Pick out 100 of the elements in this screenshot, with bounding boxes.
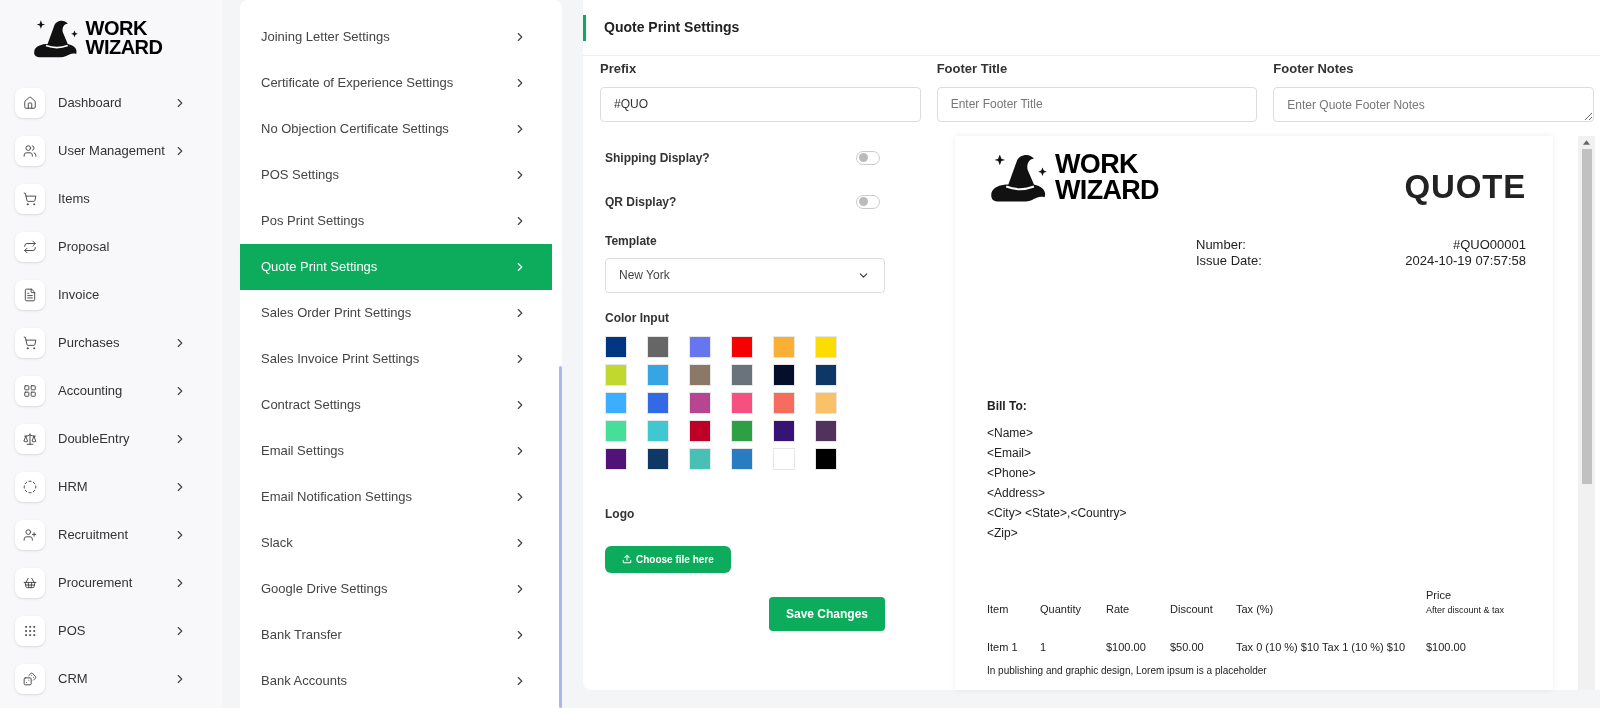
settings-menu-item[interactable]: Sales Invoice Print Settings [240, 336, 552, 382]
sidebar-label: DoubleEntry [58, 430, 131, 449]
column-header: Quantity [1040, 601, 1082, 617]
settings-menu-item[interactable]: Contract Settings [240, 382, 552, 428]
color-swatch[interactable] [605, 447, 627, 470]
settings-menu-item[interactable]: Pos Print Settings [240, 198, 552, 244]
color-swatch[interactable] [731, 447, 753, 470]
color-swatch[interactable] [647, 335, 669, 358]
swap-icon [23, 240, 37, 254]
settings-menu-item[interactable]: Bank Accounts [240, 658, 552, 704]
sidebar-label: HRM [58, 478, 89, 497]
color-swatch[interactable] [647, 391, 669, 414]
sidebar-item[interactable]: Purchases [15, 319, 222, 367]
sidebar-label: Invoice [58, 286, 101, 305]
color-swatch[interactable] [647, 419, 669, 442]
template-select[interactable]: New York [605, 257, 885, 293]
color-swatch[interactable] [773, 391, 795, 414]
color-swatch[interactable] [773, 363, 795, 386]
table-cell: Item 1 [987, 641, 1018, 653]
toggle-switch[interactable] [856, 194, 880, 209]
cart-icon [23, 336, 37, 350]
sidebar-label: CRM [58, 670, 89, 689]
column-header: Discount [1170, 601, 1214, 617]
color-swatch[interactable] [605, 419, 627, 442]
settings-menu-item[interactable]: Email Settings [240, 428, 552, 474]
color-swatch[interactable] [773, 447, 795, 470]
sidebar-item[interactable]: DoubleEntry [15, 415, 222, 463]
settings-menu-item[interactable]: Certificate of Experience Settings [240, 60, 552, 106]
color-swatch[interactable] [731, 419, 753, 442]
bill-to-heading: Bill To: [987, 398, 1028, 415]
field-label: Prefix [600, 60, 638, 78]
column-subheader: After discount & tax [1426, 603, 1506, 617]
color-swatch[interactable] [731, 391, 753, 414]
color-swatch[interactable] [689, 419, 711, 442]
color-swatch[interactable] [731, 335, 753, 358]
color-swatch[interactable] [773, 335, 795, 358]
sidebar-item[interactable]: HRM [15, 463, 222, 511]
color-swatch[interactable] [647, 447, 669, 470]
settings-menu-item[interactable]: No Objection Certificate Settings [240, 106, 552, 152]
color-swatch[interactable] [815, 335, 837, 358]
sidebar-item[interactable]: Accounting [15, 367, 222, 415]
table-cell: $100.00 [1106, 641, 1146, 653]
color-swatch[interactable] [689, 391, 711, 414]
bill-to-line: <Phone> [987, 465, 1037, 482]
sidebar-item[interactable]: Items [15, 175, 222, 223]
brand-name: WORK [85, 19, 148, 38]
brand-name: WIZARD [85, 38, 163, 57]
color-swatch[interactable] [647, 363, 669, 386]
settings-menu-item[interactable]: Sales Order Print Settings [240, 290, 552, 336]
dots-grid-icon [23, 624, 37, 638]
field-label: Footer Title [936, 60, 1009, 78]
document-icon [23, 288, 37, 302]
settings-menu-item[interactable]: POS Settings [240, 152, 552, 198]
settings-menu-item[interactable]: Email Notification Settings [240, 474, 552, 520]
scroll-up-icon[interactable] [1583, 139, 1590, 145]
toggle-switch[interactable] [856, 150, 880, 165]
text-field[interactable]: #QUO [600, 86, 921, 122]
sidebar-item[interactable]: Invoice [15, 271, 222, 319]
settings-menu-item[interactable]: Bank Transfer [240, 612, 552, 658]
sidebar-item[interactable]: POS [15, 607, 222, 655]
sidebar-item[interactable]: Proposal [15, 223, 222, 271]
color-swatch[interactable] [605, 335, 627, 358]
cart-icon [23, 192, 37, 206]
sidebar-label: Recruitment [58, 526, 130, 545]
color-swatch[interactable] [605, 363, 627, 386]
sidebar-item[interactable]: User Management [15, 127, 222, 175]
text-field[interactable]: Enter Footer Title [936, 86, 1258, 122]
color-swatch[interactable] [605, 391, 627, 414]
meta-value: 2024-10-19 07:57:58 [1405, 253, 1526, 269]
color-swatch[interactable] [689, 363, 711, 386]
bill-to-line: <Zip> [987, 525, 1019, 542]
sidebar-item[interactable]: Procurement [15, 559, 222, 607]
settings-menu-item[interactable]: Slack [240, 520, 552, 566]
quote-heading: QUOTE [1404, 166, 1526, 207]
sidebar-item[interactable]: Dashboard [15, 79, 222, 127]
column-header: Price [1426, 588, 1453, 603]
color-swatch[interactable] [689, 335, 711, 358]
color-swatch[interactable] [773, 419, 795, 442]
field-label: Footer Notes [1273, 60, 1355, 78]
color-swatch[interactable] [815, 391, 837, 414]
color-swatch[interactable] [731, 363, 753, 386]
bill-to-line: <Address> [987, 485, 1047, 502]
settings-menu-item[interactable]: Joining Letter Settings [240, 14, 552, 60]
footer-notes-field[interactable]: Enter Quote Footer Notes [1273, 86, 1594, 122]
table-cell: 1 [1040, 641, 1047, 653]
grid-icon [23, 384, 37, 398]
sidebar-item[interactable]: Recruitment [15, 511, 222, 559]
color-swatch[interactable] [689, 447, 711, 470]
settings-menu-item[interactable]: Google Drive Settings [240, 566, 552, 612]
meta-value: #QUO00001 [1453, 237, 1526, 253]
bill-to-line: <City> <State>,<Country> [987, 505, 1128, 522]
item-description: In publishing and graphic design, Lorem ipsum is a placeholder [987, 663, 1268, 678]
users-icon [23, 144, 37, 158]
bill-to-line: <Name> [987, 425, 1035, 442]
color-swatch[interactable] [815, 419, 837, 442]
color-swatch[interactable] [815, 363, 837, 386]
upload-icon [622, 554, 632, 564]
sidebar-item[interactable]: CRM [15, 655, 222, 703]
color-swatch[interactable] [815, 447, 837, 470]
basket-icon [23, 576, 37, 590]
